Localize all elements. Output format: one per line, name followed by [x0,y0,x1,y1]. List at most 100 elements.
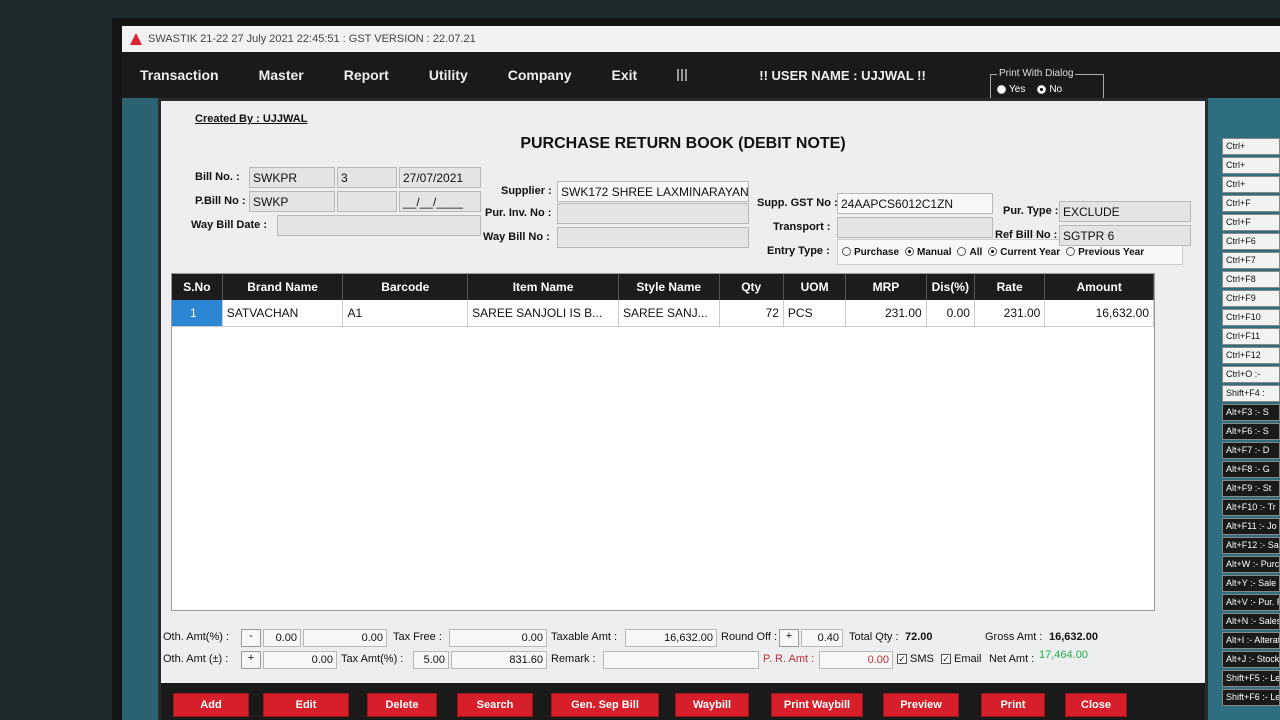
cell-rate[interactable]: 231.00 [974,300,1046,327]
pr-amt-label: P. R. Amt : [763,653,815,665]
col-style-name[interactable]: Style Name [618,274,720,300]
year-previous[interactable]: Previous Year [1066,247,1144,258]
cell-uom[interactable]: PCS [783,300,847,327]
menu-report[interactable]: Report [344,67,389,83]
shortcut-item: Alt+F8 :- G [1222,461,1280,478]
shortcut-item: Ctrl+F6 [1222,233,1280,250]
way-bill-no-label: Way Bill No : [483,231,550,243]
cell-mrp[interactable]: 231.00 [845,300,927,327]
cell-style-name[interactable]: SAREE SANJ... [618,300,720,327]
bill-no-prefix-field[interactable]: SWKPR [249,167,335,188]
shortcut-item: Ctrl+F11 [1222,328,1280,345]
shortcut-item: Shift+F4 : [1222,385,1280,402]
transport-label: Transport : [773,221,831,233]
shortcut-item: Shift+F5 :- Led [1222,670,1280,687]
entry-type-manual[interactable]: Manual [905,247,951,258]
shortcut-item: Ctrl+F9 [1222,290,1280,307]
bill-no-field[interactable]: 3 [337,167,397,188]
totals-panel: Oth. Amt(%) : - 0.00 0.00 Oth. Amt (±) :… [161,627,1205,675]
gen-sep-bill-button[interactable]: Gen. Sep Bill [551,693,659,717]
supp-gst-field[interactable]: 24AAPCS6012C1ZN [837,193,993,214]
cell-barcode[interactable]: A1 [342,300,469,327]
delete-button[interactable]: Delete [367,693,437,717]
col-uom[interactable]: UOM [783,274,847,300]
menu-company[interactable]: Company [508,67,572,83]
menu-exit[interactable]: Exit [612,67,638,83]
oth-amt-sign[interactable]: + [241,651,261,669]
shortcut-item: Alt+F10 :- Tr [1222,499,1280,516]
print-dialog-yes[interactable]: Yes [997,84,1025,95]
net-amt-value: 17,464.00 [1039,649,1088,661]
ref-bill-field[interactable]: SGTPR 6 [1059,225,1191,246]
tax-pct-field[interactable]: 5.00 [413,651,449,669]
round-off-sign[interactable]: + [779,629,799,647]
shortcut-item: Alt+N :- Sales [1222,613,1280,630]
cell-qty[interactable]: 72 [719,300,784,327]
print-dialog-no[interactable]: No [1037,84,1062,95]
col-brand-name[interactable]: Brand Name [222,274,344,300]
shortcut-item: Alt+F9 :- St [1222,480,1280,497]
print-button[interactable]: Print [981,693,1045,717]
col-dis[interactable]: Dis(%) [926,274,975,300]
pr-amt-field[interactable]: 0.00 [819,651,893,669]
calculator-icon[interactable] [677,69,690,81]
cell-brand-name[interactable]: SATVACHAN [222,300,344,327]
menu-transaction[interactable]: Transaction [140,67,219,83]
col-mrp[interactable]: MRP [845,274,927,300]
supplier-field[interactable]: SWK172 SHREE LAXMINARAYAN [557,181,749,202]
shortcut-item: Ctrl+F12 [1222,347,1280,364]
pbill-no-field[interactable] [337,191,397,212]
pur-inv-field[interactable] [557,203,749,224]
preview-button[interactable]: Preview [883,693,959,717]
sms-checkbox[interactable]: ✓ SMS [897,653,934,665]
pur-inv-label: Pur. Inv. No : [485,207,552,219]
col-sno[interactable]: S.No [172,274,223,300]
pbill-no-prefix-field[interactable]: SWKP [249,191,335,212]
pbill-date-field[interactable]: __/__/____ [399,191,481,212]
remark-field[interactable] [603,651,759,669]
user-name-label: !! USER NAME : UJJWAL !! [759,67,926,83]
print-dialog-legend: Print With Dialog [997,68,1076,79]
col-amount[interactable]: Amount [1044,274,1154,300]
close-button[interactable]: Close [1065,693,1127,717]
cell-amount[interactable]: 16,632.00 [1044,300,1154,327]
way-bill-no-field[interactable] [557,227,749,248]
table-row[interactable]: 1 SATVACHAN A1 SAREE SANJOLI IS B... SAR… [172,300,1154,327]
bill-date-field[interactable]: 27/07/2021 [399,167,481,188]
total-qty-value: 72.00 [905,631,933,643]
shortcut-panel: Ctrl+ Ctrl+ Ctrl+ Ctrl+F Ctrl+F Ctrl+F6 … [1222,138,1280,708]
oth-amt-pct-field[interactable]: 0.00 [263,629,301,647]
add-button[interactable]: Add [173,693,249,717]
app-window: SWASTIK 21-22 27 July 2021 22:45:51 : GS… [122,26,1280,720]
email-checkbox[interactable]: ✓ Email [941,653,982,665]
remark-label: Remark : [551,653,596,665]
menu-master[interactable]: Master [259,67,304,83]
print-waybill-button[interactable]: Print Waybill [771,693,863,717]
grid-header: S.No Brand Name Barcode Item Name Style … [172,274,1154,300]
year-current[interactable]: Current Year [988,247,1060,258]
oth-amt-pct-sign[interactable]: - [241,629,261,647]
cell-sno[interactable]: 1 [172,300,223,327]
way-bill-date-field[interactable] [277,215,481,236]
edit-button[interactable]: Edit [263,693,349,717]
cell-dis[interactable]: 0.00 [926,300,975,327]
tax-free-label: Tax Free : [393,631,442,643]
entry-type-purchase[interactable]: Purchase [842,247,899,258]
col-qty[interactable]: Qty [719,274,784,300]
entry-type-all[interactable]: All [957,247,982,258]
cell-item-name[interactable]: SAREE SANJOLI IS B... [467,300,619,327]
supplier-label: Supplier : [501,185,552,197]
pur-type-select[interactable]: EXCLUDE [1059,201,1191,222]
round-off-field[interactable]: 0.40 [801,629,843,647]
oth-amt-field[interactable]: 0.00 [263,651,337,669]
col-barcode[interactable]: Barcode [342,274,469,300]
col-rate[interactable]: Rate [974,274,1046,300]
menu-bar: Transaction Master Report Utility Compan… [122,52,1280,102]
search-button[interactable]: Search [457,693,533,717]
menu-utility[interactable]: Utility [429,67,468,83]
transport-field[interactable] [837,217,993,238]
pur-type-label: Pur. Type : [1003,205,1059,217]
waybill-button[interactable]: Waybill [675,693,749,717]
oth-amt-label: Oth. Amt (±) : [163,653,229,665]
col-item-name[interactable]: Item Name [467,274,619,300]
